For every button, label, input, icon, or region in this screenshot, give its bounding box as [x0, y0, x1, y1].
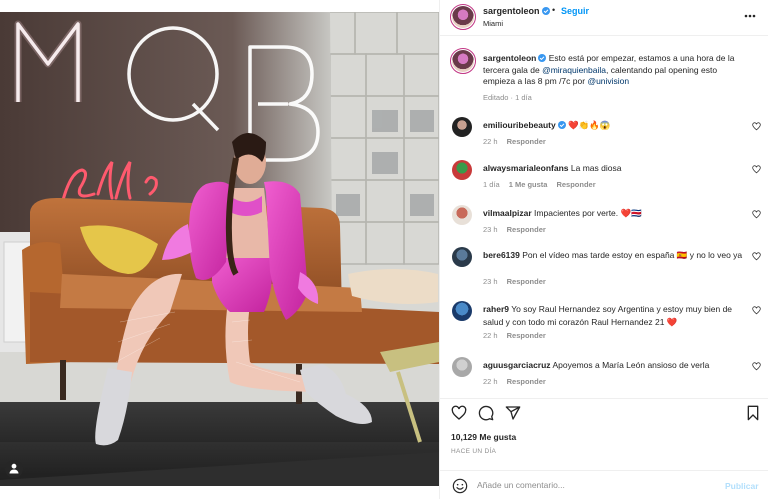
- add-comment-bar: Publicar: [440, 470, 768, 499]
- caption-mention[interactable]: @miraquienbaila: [542, 65, 606, 75]
- comment-text: alwaysmarialeonfans La mas diosa: [483, 162, 748, 175]
- share-icon[interactable]: [505, 405, 521, 421]
- verified-badge-icon: [557, 121, 566, 129]
- comment-time: 1 día: [483, 180, 500, 189]
- comment-body: Yo soy Raul Hernandez soy Argentina y es…: [483, 304, 733, 327]
- reply-button[interactable]: Responder: [507, 137, 546, 146]
- comment-item: vilmaalpizar Impacientes por verte. ❤️🇨🇷…: [440, 205, 768, 245]
- comment-username[interactable]: emiliouribebeauty: [483, 120, 556, 130]
- comment-meta: 22 h Responder: [483, 331, 555, 340]
- post-comment-button[interactable]: Publicar: [725, 481, 759, 491]
- verified-badge-icon: [538, 54, 547, 62]
- heart-icon[interactable]: [752, 122, 761, 131]
- heart-icon[interactable]: [752, 362, 761, 371]
- avatar[interactable]: [452, 301, 472, 321]
- user-tag-icon[interactable]: [5, 460, 23, 478]
- comment-icon[interactable]: [478, 405, 494, 421]
- comment-username[interactable]: aguusgarciacruz: [483, 360, 551, 370]
- comment-input[interactable]: [477, 477, 717, 493]
- comment-username[interactable]: raher9: [483, 304, 509, 314]
- comment-item: raher9 Yo soy Raul Hernandez soy Argenti…: [440, 301, 768, 341]
- comment-time: 22 h: [483, 137, 498, 146]
- post-age: HACE UN DÍA: [451, 448, 497, 455]
- comment-username[interactable]: alwaysmarialeonfans: [483, 163, 569, 173]
- avatar[interactable]: [452, 357, 472, 377]
- verified-badge-icon: [541, 7, 550, 15]
- avatar[interactable]: [450, 4, 476, 30]
- heart-icon[interactable]: [752, 210, 761, 219]
- avatar[interactable]: [452, 160, 472, 180]
- comment-body: La mas diosa: [570, 163, 622, 173]
- avatar[interactable]: [452, 247, 472, 267]
- comment-meta: 22 h Responder: [483, 377, 555, 386]
- post-image: [0, 12, 439, 486]
- comment-item: bere6139 Pon el vídeo mas tarde estoy en…: [440, 247, 768, 287]
- instagram-post-view: sargentoleon • Seguir Miami sargentoleon…: [0, 0, 768, 499]
- comment-time: 22 h: [483, 377, 498, 386]
- comment-text: aguusgarciacruz Apoyemos a María León an…: [483, 359, 748, 372]
- heart-icon[interactable]: [752, 252, 761, 261]
- comment-body: Impacientes por verte. ❤️🇨🇷: [534, 208, 642, 218]
- comment-item: alwaysmarialeonfans La mas diosa 1 día 1 …: [440, 160, 768, 200]
- post-location[interactable]: Miami: [483, 19, 503, 28]
- follow-button[interactable]: Seguir: [561, 6, 589, 16]
- bookmark-icon[interactable]: [745, 405, 761, 421]
- comment-item: aguusgarciacruz Apoyemos a María León an…: [440, 357, 768, 397]
- comment-item: emiliouribebeauty ❤️👏🔥😱 22 h Responder: [440, 117, 768, 157]
- comment-text: raher9 Yo soy Raul Hernandez soy Argenti…: [483, 303, 748, 329]
- reply-button[interactable]: Responder: [507, 277, 546, 286]
- caption-username[interactable]: sargentoleon: [483, 53, 536, 63]
- comment-username[interactable]: vilmaalpizar: [483, 208, 532, 218]
- post-header: sargentoleon • Seguir Miami: [440, 0, 768, 36]
- heart-icon[interactable]: [451, 405, 467, 421]
- avatar[interactable]: [452, 205, 472, 225]
- likes-count[interactable]: 10,129 Me gusta: [451, 432, 516, 442]
- avatar[interactable]: [450, 48, 476, 74]
- comment-body: Pon el vídeo mas tarde estoy en españa 🇪…: [522, 250, 743, 260]
- reply-button[interactable]: Responder: [556, 180, 595, 189]
- more-icon[interactable]: [743, 9, 757, 23]
- comment-time: 23 h: [483, 277, 498, 286]
- action-bar: [440, 398, 768, 428]
- comment-text: vilmaalpizar Impacientes por verte. ❤️🇨🇷: [483, 207, 748, 220]
- avatar[interactable]: [452, 117, 472, 137]
- post-author-username[interactable]: sargentoleon: [483, 6, 550, 16]
- heart-icon[interactable]: [752, 306, 761, 315]
- comment-body: Apoyemos a María León ansioso de verla: [552, 360, 710, 370]
- post-photo[interactable]: [0, 12, 439, 486]
- comment-body: ❤️👏🔥😱: [568, 120, 611, 130]
- comment-username[interactable]: bere6139: [483, 250, 520, 260]
- reply-button[interactable]: Responder: [507, 331, 546, 340]
- comment-text: emiliouribebeauty ❤️👏🔥😱: [483, 119, 748, 132]
- reply-button[interactable]: Responder: [507, 225, 546, 234]
- reply-button[interactable]: Responder: [507, 377, 546, 386]
- caption-text: sargentoleon Esto está por empezar, esta…: [483, 53, 751, 88]
- separator-dot: •: [552, 5, 556, 15]
- comment-meta: 23 h Responder: [483, 277, 555, 286]
- comment-time: 22 h: [483, 331, 498, 340]
- comment-likes[interactable]: 1 Me gusta: [509, 180, 548, 189]
- emoji-icon[interactable]: [452, 478, 468, 494]
- caption-meta: Editado · 1 día: [483, 93, 532, 102]
- comment-text: bere6139 Pon el vídeo mas tarde estoy en…: [483, 249, 748, 262]
- heart-icon[interactable]: [752, 165, 761, 174]
- comment-time: 23 h: [483, 225, 498, 234]
- caption-mention[interactable]: @univision: [587, 76, 629, 86]
- comment-meta: 22 h Responder: [483, 137, 555, 146]
- comment-meta: 1 día 1 Me gusta Responder: [483, 180, 605, 189]
- post-sidebar: sargentoleon • Seguir Miami sargentoleon…: [439, 0, 768, 499]
- comment-meta: 23 h Responder: [483, 225, 555, 234]
